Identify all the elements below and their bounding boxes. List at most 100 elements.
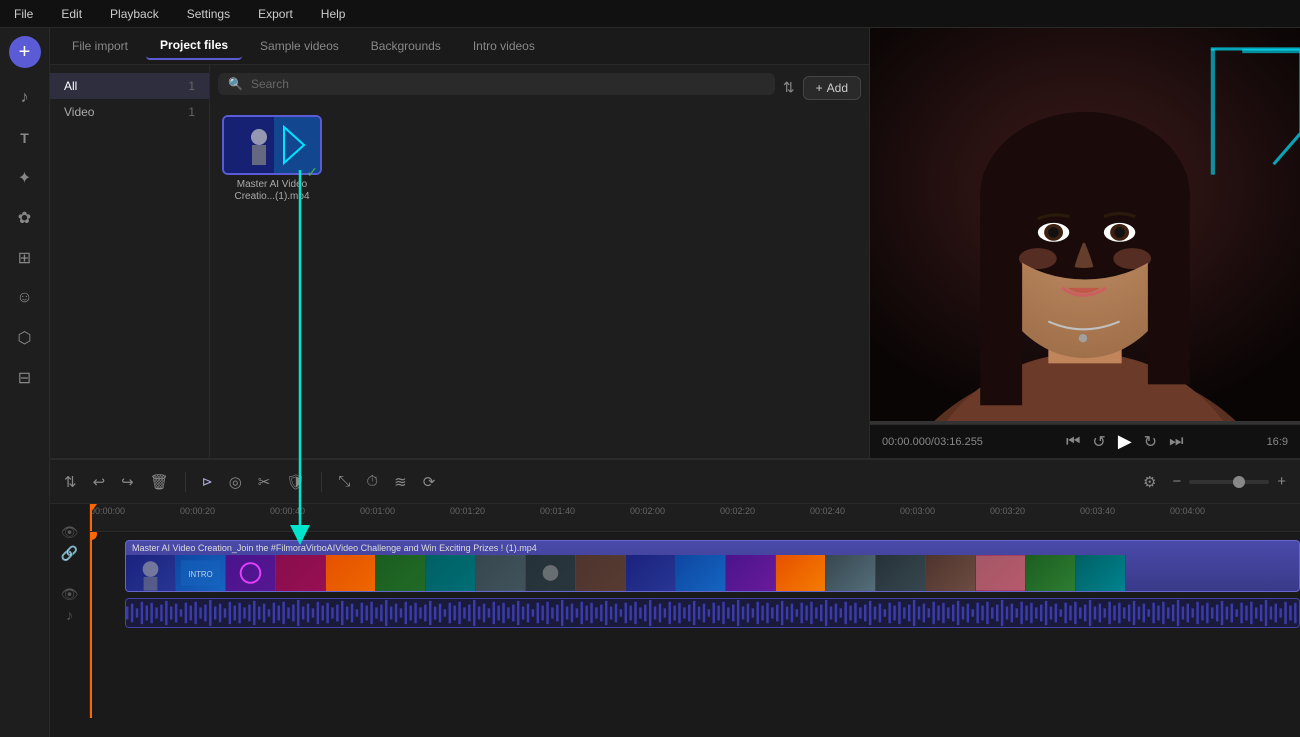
clip-thumb-5: [326, 555, 376, 591]
sticker-sidebar-item[interactable]: ✿: [7, 200, 43, 236]
effects-sidebar-item[interactable]: ✦: [7, 160, 43, 196]
ruler-mark-20: 00:00:20: [180, 504, 215, 516]
tab-intro-videos[interactable]: Intro videos: [459, 33, 549, 59]
clip-thumb-20: [1076, 555, 1126, 591]
zoom-track[interactable]: [1189, 480, 1269, 484]
tab-file-import[interactable]: File import: [58, 33, 142, 59]
add-media-button[interactable]: +: [9, 36, 41, 68]
clip-thumb-2: INTRO: [176, 555, 226, 591]
redo-button[interactable]: ↪: [117, 469, 138, 495]
playhead[interactable]: [90, 504, 92, 531]
snap-tool[interactable]: ◎: [225, 469, 246, 495]
category-video[interactable]: Video 1: [50, 99, 209, 125]
video-clip[interactable]: Master AI Video Creation_Join the #Filmo…: [125, 540, 1300, 592]
clip-thumb-1: [126, 555, 176, 591]
timeline-track-controls: 👁 🔗 👁 ♪: [50, 504, 90, 718]
menubar: File Edit Playback Settings Export Help: [0, 0, 1300, 28]
playhead-triangle: [90, 504, 97, 512]
track-audio-icon[interactable]: ♪: [66, 607, 73, 623]
timeline-sort-button[interactable]: ⇅: [60, 469, 81, 495]
ruler-mark-140: 00:01:40: [540, 504, 575, 516]
top-section: File import Project files Sample videos …: [50, 28, 1300, 458]
text-sidebar-item[interactable]: T: [7, 120, 43, 156]
track-eye-icon-2[interactable]: 👁: [61, 586, 79, 603]
grid-sidebar-item[interactable]: ⊟: [7, 360, 43, 396]
menu-settings[interactable]: Settings: [181, 5, 236, 23]
menu-edit[interactable]: Edit: [55, 5, 88, 23]
audio-tool[interactable]: ≋: [390, 469, 411, 495]
search-input[interactable]: [251, 77, 765, 91]
ruler-mark-300: 00:03:00: [900, 504, 935, 516]
track-eye-icon-1[interactable]: 👁: [61, 524, 79, 541]
menu-help[interactable]: Help: [315, 5, 352, 23]
menu-playback[interactable]: Playback: [104, 5, 165, 23]
plugin-sidebar-item[interactable]: ⊞: [7, 240, 43, 276]
tab-project-files[interactable]: Project files: [146, 32, 242, 60]
filter-panel: All 1 Video 1 🔍: [50, 65, 869, 458]
skip-forward-button[interactable]: ⏭: [1169, 433, 1183, 451]
time-display: 00:00.000/03:16.255: [882, 436, 983, 448]
add-label: Add: [827, 81, 848, 95]
zoom-out-button[interactable]: −: [1168, 469, 1185, 494]
clip-label: Master AI Video Creation_Join the #Filmo…: [126, 541, 1299, 555]
progress-track: [870, 421, 1300, 424]
category-list: All 1 Video 1: [50, 65, 210, 458]
clip-thumb-15: [826, 555, 876, 591]
add-icon: +: [816, 81, 823, 95]
timeline-toolbar: ⇅ ↩ ↪ 🗑 ⊳ ◎ ✂ 🛡 ⤡ ⏱ ≋ ⟳ ⚙ −: [50, 460, 1300, 504]
crop-tool[interactable]: ⤡: [334, 469, 354, 494]
audio-clip[interactable]: // Generate waveform pattern inline: [125, 598, 1300, 628]
media-filename: Master AI Video Creatio...(1).mp4: [222, 179, 322, 203]
clip-thumb-16: [876, 555, 926, 591]
settings-tool[interactable]: ⚙: [1139, 469, 1160, 495]
guard-tool[interactable]: 🛡: [282, 469, 309, 495]
menu-file[interactable]: File: [8, 5, 39, 23]
sort-button[interactable]: ⇅: [783, 79, 795, 96]
category-all[interactable]: All 1: [50, 73, 209, 99]
clip-thumb-9: [526, 555, 576, 591]
menu-export[interactable]: Export: [252, 5, 299, 23]
music-sidebar-item[interactable]: ♪: [7, 80, 43, 116]
transform-tool[interactable]: ⟳: [419, 469, 440, 495]
tab-backgrounds[interactable]: Backgrounds: [357, 33, 455, 59]
clip-thumb-13: [726, 555, 776, 591]
delete-button[interactable]: 🗑: [146, 469, 173, 495]
cut-tool[interactable]: ✂: [254, 469, 275, 495]
custom-sidebar-item[interactable]: ⬡: [7, 320, 43, 356]
clip-thumb-3: [226, 555, 276, 591]
select-tool[interactable]: ⊳: [198, 470, 217, 494]
clip-thumb-17: [926, 555, 976, 591]
left-sidebar: + ♪ T ✦ ✿ ⊞ ☺ ⬡ ⊟: [0, 28, 50, 737]
svg-text:INTRO: INTRO: [188, 570, 212, 579]
timeline-body: 👁 🔗 👁 ♪ 00:00:00 00:00:20: [50, 504, 1300, 718]
playhead-track-line: [90, 532, 92, 718]
speed-tool[interactable]: ⏱: [362, 469, 382, 494]
clip-thumb-14: [776, 555, 826, 591]
aspect-ratio: 16:9: [1267, 436, 1288, 448]
media-item-master-ai[interactable]: ✓ Master AI Video Creatio...(1).mp4: [222, 115, 322, 203]
undo-button[interactable]: ↩: [89, 469, 110, 495]
clip-thumb-12: [676, 555, 726, 591]
preview-svg: [870, 28, 1300, 421]
video-track: Master AI Video Creation_Join the #Filmo…: [90, 540, 1300, 598]
content-area: File import Project files Sample videos …: [50, 28, 1300, 737]
media-area: 🔍 ⇅ + Add: [210, 65, 869, 458]
face-sidebar-item[interactable]: ☺: [7, 280, 43, 316]
ruler-mark-340: 00:03:40: [1080, 504, 1115, 516]
clip-thumbnails: INTRO: [126, 555, 1299, 591]
category-all-count: 1: [188, 79, 195, 93]
category-all-label: All: [64, 79, 77, 93]
forward-button[interactable]: ↻: [1144, 432, 1157, 452]
add-button[interactable]: + Add: [803, 76, 861, 100]
ruler-mark-400: 00:04:00: [1170, 504, 1205, 516]
zoom-thumb[interactable]: [1233, 476, 1245, 488]
rewind-button[interactable]: ↺: [1092, 432, 1105, 452]
zoom-in-button[interactable]: +: [1273, 469, 1290, 494]
tab-sample-videos[interactable]: Sample videos: [246, 33, 353, 59]
preview-progress-bar[interactable]: [870, 421, 1300, 424]
check-mark: ✓: [306, 164, 318, 181]
skip-back-button[interactable]: ⏮: [1066, 433, 1080, 451]
play-button[interactable]: ▶: [1118, 431, 1132, 452]
track-link-icon-1[interactable]: 🔗: [61, 545, 78, 562]
media-grid: ✓ Master AI Video Creatio...(1).mp4: [218, 111, 861, 207]
